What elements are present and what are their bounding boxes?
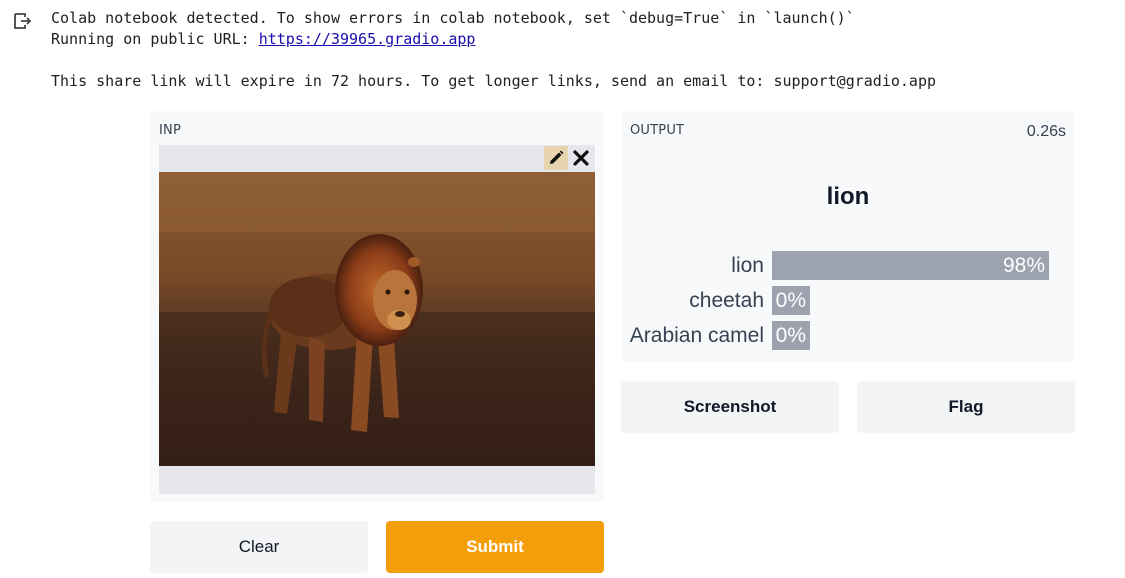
console-line-debug: Colab notebook detected. To show errors … [51,9,855,27]
output-arrow-icon [14,13,32,29]
confidence-bar: 0% [772,286,810,315]
confidence-bar: 98% [772,251,1049,280]
console-line-url: Running on public URL: https://39965.gra… [51,29,475,50]
edit-button[interactable] [544,146,568,170]
image-input[interactable] [159,145,595,494]
confidence-bar: 0% [772,321,810,350]
confidence-label: cheetah [689,289,764,312]
output-panel: OUTPUT 0.26s lion lion 98% cheetah 0% Ar… [621,111,1075,362]
confidence-percent: 0% [775,289,806,312]
clear-image-button[interactable] [569,146,593,170]
output-label: OUTPUT [630,123,685,138]
flag-button[interactable]: Flag [857,381,1075,433]
confidence-label: Arabian camel [629,324,764,347]
input-label: INP [159,123,181,138]
predicted-label: lion [826,183,870,210]
public-url-link[interactable]: https://39965.gradio.app [259,30,476,48]
pencil-icon [550,150,564,164]
screenshot-button[interactable]: Screenshot [621,381,839,433]
confidence-row: Arabian camel 0% [621,321,1071,350]
confidence-percent: 0% [775,324,806,347]
confidence-row: lion 98% [621,251,1071,280]
console-line-expire: This share link will expire in 72 hours.… [51,72,937,90]
duration-badge: 0.26s [1026,123,1066,140]
confidence-row: cheetah 0% [621,286,1071,315]
confidence-percent: 98% [1002,254,1045,277]
confidence-label: lion [731,254,764,277]
close-icon [573,150,589,166]
url-prefix: Running on public URL: [51,30,259,48]
clear-button[interactable]: Clear [150,521,368,573]
submit-button[interactable]: Submit [386,521,604,573]
lion-photo [159,172,595,466]
